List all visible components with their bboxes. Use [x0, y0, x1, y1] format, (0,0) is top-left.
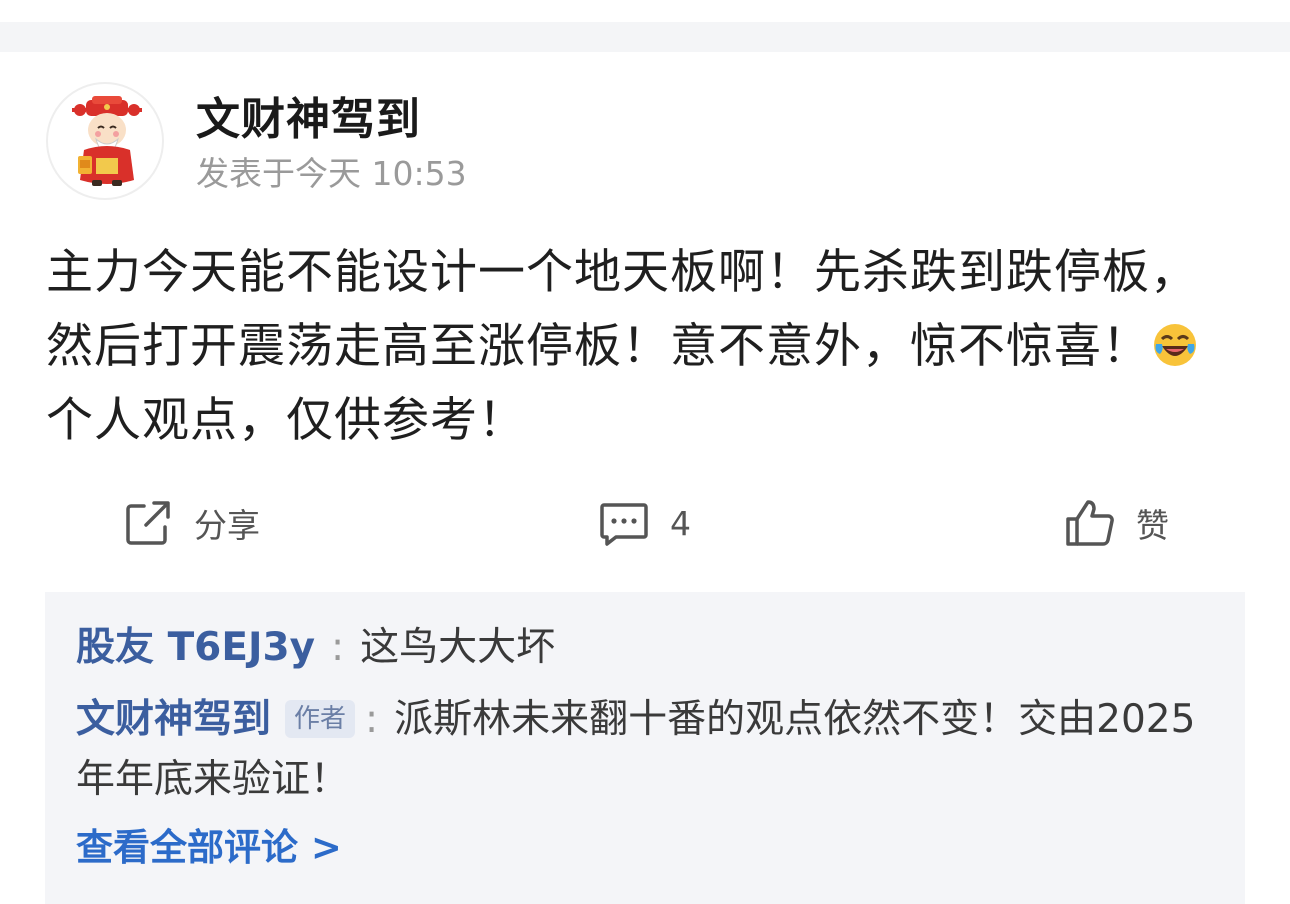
comment-item[interactable]: 股友 T6EJ3y: 这鸟大大坏: [76, 618, 1211, 678]
post-text-part1: 主力今天能不能设计一个地天板啊！先杀跌到跌停板，然后打开震荡走高至涨停板！意不意…: [46, 245, 1198, 374]
comment-username[interactable]: 股友 T6EJ3y: [76, 625, 315, 670]
author-badge: 作者: [285, 700, 356, 738]
post-time: 发表于今天 10:53: [196, 154, 467, 193]
like-label: 赞: [1136, 506, 1169, 545]
comment-item[interactable]: 文财神驾到 作者: 派斯林未来翻十番的观点依然不变！交由2025年年底来验证！: [76, 690, 1211, 810]
author-name[interactable]: 文财神驾到: [196, 92, 421, 148]
like-button[interactable]: 赞: [1064, 492, 1169, 554]
share-button[interactable]: 分享: [122, 492, 260, 554]
section-divider: [0, 22, 1290, 52]
comment-count: 4: [670, 503, 691, 543]
god-of-wealth-avatar-icon: [72, 96, 142, 186]
comment-username[interactable]: 文财神驾到: [76, 697, 271, 742]
comment-colon: :: [365, 697, 379, 742]
comment-text: 这鸟大大坏: [360, 625, 556, 670]
laugh-cry-emoji-icon: [1154, 324, 1196, 366]
avatar[interactable]: [46, 82, 164, 200]
post-text-part2: 个人观点，仅供参考！: [46, 393, 526, 448]
action-bar: 分享 4 赞: [0, 492, 1290, 554]
thumbs-up-icon: [1066, 500, 1114, 546]
comment-colon: :: [331, 625, 345, 670]
post-card: 文财神驾到 发表于今天 10:53 主力今天能不能设计一个地天板啊！先杀跌到跌停…: [0, 52, 1290, 904]
view-all-comments-link[interactable]: 查看全部评论 >: [76, 822, 342, 874]
share-icon: [126, 501, 170, 545]
share-label: 分享: [194, 506, 260, 545]
top-band: [0, 0, 1290, 22]
post-content: 主力今天能不能设计一个地天板啊！先杀跌到跌停板，然后打开震荡走高至涨停板！意不意…: [46, 236, 1236, 458]
comment-icon: [600, 503, 648, 546]
comment-button[interactable]: 4: [598, 492, 691, 554]
comments-preview: 股友 T6EJ3y: 这鸟大大坏 文财神驾到 作者: 派斯林未来翻十番的观点依然不变！…: [45, 592, 1245, 904]
